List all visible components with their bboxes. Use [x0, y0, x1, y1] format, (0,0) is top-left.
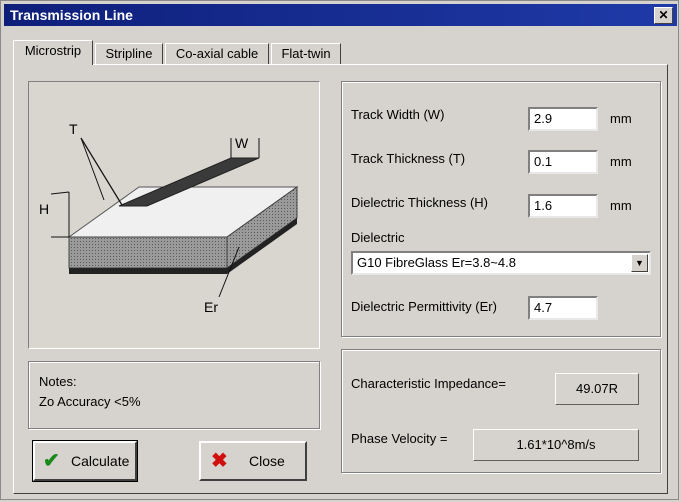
checkmark-icon: ✔	[43, 450, 60, 472]
dropdown-arrow-icon[interactable]: ▼	[631, 254, 648, 272]
window-title: Transmission Line	[10, 7, 133, 23]
tab-coaxial-cable[interactable]: Co-axial cable	[165, 43, 269, 65]
calculate-button[interactable]: ✔ Calculate	[32, 440, 138, 482]
impedance-label: Characteristic Impedance=	[351, 376, 506, 391]
tab-label: Stripline	[105, 46, 153, 61]
label-w: W	[235, 135, 249, 151]
dielectric-select[interactable]: G10 FibreGlass Er=3.8~4.8 ▼	[351, 251, 651, 275]
phase-velocity-label: Phase Velocity =	[351, 431, 448, 446]
tab-label: Microstrip	[24, 43, 82, 58]
calculate-label: Calculate	[71, 453, 130, 469]
close-x-icon: ✕	[658, 8, 669, 22]
tab-label: Flat-twin	[281, 46, 331, 61]
close-button[interactable]: ✖ Close	[199, 441, 307, 481]
track-width-unit: mm	[610, 111, 632, 126]
permittivity-input[interactable]: 4.7	[528, 296, 598, 320]
notes-panel: Notes: Zo Accuracy <5%	[28, 361, 320, 429]
dielectric-thickness-input[interactable]: 1.6	[528, 194, 598, 218]
tab-microstrip[interactable]: Microstrip	[13, 40, 93, 65]
dielectric-label: Dielectric	[351, 230, 405, 245]
microstrip-diagram: T W H Er	[39, 121, 299, 315]
track-thickness-input[interactable]: 0.1	[528, 150, 598, 174]
transmission-line-window: Transmission Line ✕ Microstrip Stripline…	[0, 0, 679, 500]
t-leader-line	[80, 137, 123, 206]
label-t: T	[69, 121, 78, 137]
track-width-input[interactable]: 2.9	[528, 107, 598, 131]
track-thickness-label: Track Thickness (T)	[351, 151, 466, 166]
substrate-front	[68, 236, 228, 269]
label-h: H	[39, 201, 49, 217]
track-width-label: Track Width (W)	[351, 107, 445, 122]
dielectric-thickness-label: Dielectric Thickness (H)	[351, 195, 489, 210]
tab-label: Co-axial cable	[175, 46, 259, 61]
tab-stripline[interactable]: Stripline	[95, 43, 163, 65]
label-er: Er	[204, 299, 218, 315]
track-thickness-unit: mm	[610, 154, 632, 169]
dielectric-selected-value: G10 FibreGlass Er=3.8~4.8	[357, 255, 516, 270]
ground-plane	[69, 268, 227, 274]
close-x-red-icon: ✖	[211, 450, 228, 472]
phase-velocity-output: 1.61*10^8m/s	[473, 429, 639, 461]
dielectric-thickness-unit: mm	[610, 198, 632, 213]
title-bar: Transmission Line ✕	[4, 4, 677, 26]
impedance-output: 49.07R	[555, 373, 639, 405]
window-close-button[interactable]: ✕	[654, 7, 673, 24]
tab-flat-twin[interactable]: Flat-twin	[271, 43, 341, 65]
microstrip-diagram-panel: T W H Er	[28, 81, 320, 349]
notes-text: Zo Accuracy <5%	[39, 394, 141, 409]
close-label: Close	[249, 453, 285, 469]
h-tick	[50, 191, 70, 195]
notes-heading: Notes:	[39, 374, 77, 389]
permittivity-label: Dielectric Permittivity (Er)	[351, 299, 497, 314]
